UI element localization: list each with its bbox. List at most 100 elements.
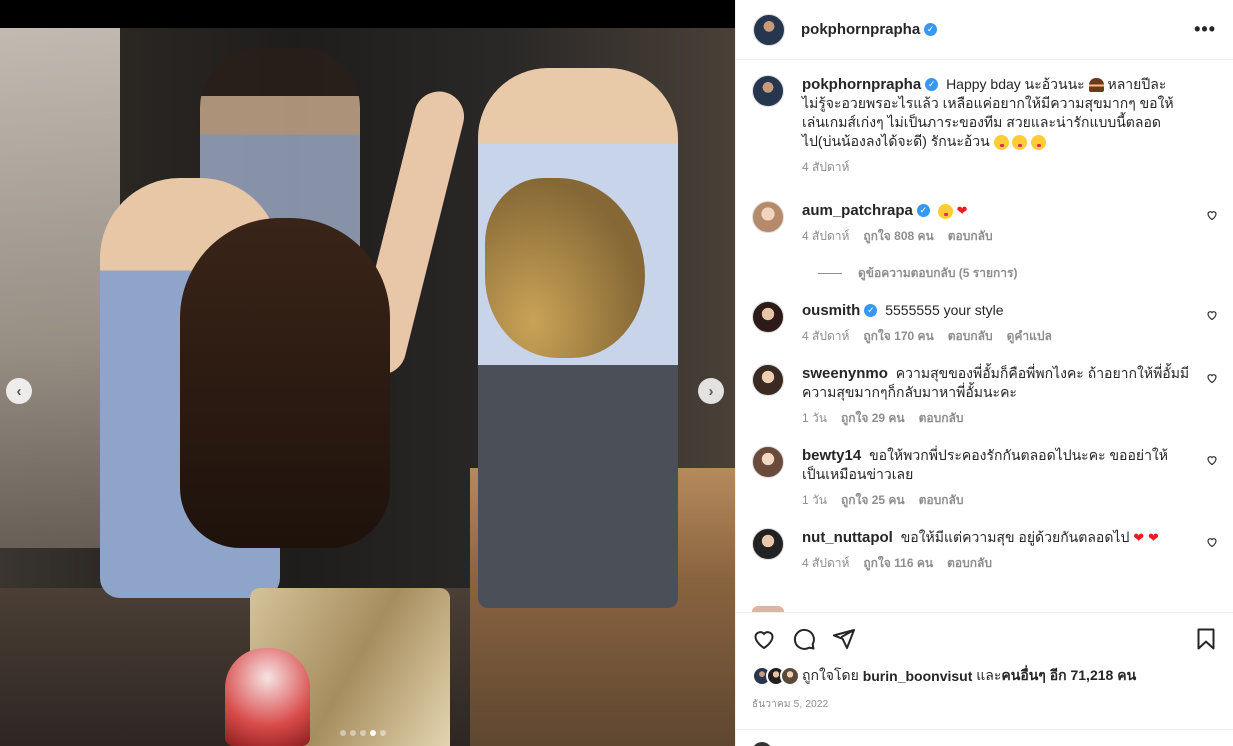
post-date: ธันวาคม 5, 2022 bbox=[752, 699, 829, 710]
commenter-username[interactable]: bewty14 bbox=[802, 447, 861, 464]
likes-prefix: ถูกใจโดย bbox=[802, 667, 859, 683]
photo-cake bbox=[225, 648, 310, 746]
comment-item: ousmith ✓ 5555555 your style 4 สัปดาห์ ถู… bbox=[752, 301, 1218, 346]
commenter-avatar[interactable] bbox=[752, 201, 784, 233]
comment-icon[interactable] bbox=[792, 627, 816, 651]
comment-likes-count[interactable]: ถูกใจ 29 คน bbox=[841, 409, 905, 428]
commenter-username[interactable]: sweenynmo bbox=[802, 365, 888, 382]
share-icon[interactable] bbox=[832, 627, 856, 651]
comment-timestamp[interactable]: 1 วัน bbox=[802, 409, 827, 428]
photo-woman bbox=[180, 218, 390, 548]
comment-likes-count[interactable]: ถูกใจ 116 คน bbox=[863, 554, 933, 573]
comment-item: aum_patchrapa ✓ ❤ 4 สัปดาห์ ถูกใจ 808 คน … bbox=[752, 201, 1218, 246]
previous-slide-button[interactable]: ‹ bbox=[6, 378, 32, 404]
chevron-right-icon: › bbox=[708, 382, 714, 400]
author-avatar[interactable] bbox=[753, 13, 785, 46]
kiss-emoji-icon bbox=[993, 134, 1009, 150]
verified-badge-icon: ✓ bbox=[916, 203, 930, 217]
comment-text: bewty14 ขอให้พวกพี่ประคองรักกันตลอดไปนะค… bbox=[802, 446, 1190, 484]
carousel-dot[interactable] bbox=[360, 730, 366, 736]
commenter-avatar[interactable] bbox=[752, 446, 784, 478]
carousel-dot[interactable] bbox=[350, 730, 356, 736]
like-comment-heart-icon[interactable] bbox=[1206, 454, 1218, 466]
like-comment-heart-icon[interactable] bbox=[1206, 372, 1218, 384]
action-bar bbox=[752, 613, 1218, 665]
post-actions: ถูกใจโดย burin_boonvisut และ คนอื่นๆ อีก… bbox=[736, 612, 1233, 712]
commenter-avatar[interactable] bbox=[752, 364, 784, 396]
carousel-dot[interactable] bbox=[340, 730, 346, 736]
comment-text: sweenynmo ความสุขของพี่อั้มก็คือพี่พกไงค… bbox=[802, 364, 1190, 402]
caption-author-avatar[interactable] bbox=[752, 75, 784, 107]
like-comment-heart-icon[interactable] bbox=[1206, 209, 1218, 221]
commenter-avatar[interactable] bbox=[752, 528, 784, 560]
comment-text: nut_nuttapol ขอให้มีแต่ความสุข อยู่ด้วยก… bbox=[802, 528, 1190, 547]
reply-button[interactable]: ตอบกลับ bbox=[919, 491, 964, 510]
comment-item: sweenynmo ความสุขของพี่อั้มก็คือพี่พกไงค… bbox=[752, 364, 1218, 428]
commenter-name[interactable]: sweenynmo bbox=[802, 365, 888, 382]
heart-icon[interactable] bbox=[752, 627, 776, 651]
more-options-button[interactable]: ••• bbox=[1194, 19, 1216, 40]
heart-emoji-icon: ❤ bbox=[1148, 530, 1159, 545]
caption-line-1: Happy bday นะอ้วนนะ bbox=[946, 76, 1085, 92]
comment-likes-count[interactable]: ถูกใจ 808 คน bbox=[863, 227, 933, 246]
likes-summary: ถูกใจโดย burin_boonvisut และ คนอื่นๆ อีก… bbox=[752, 665, 1218, 687]
comment-likes-count[interactable]: ถูกใจ 170 คน bbox=[863, 327, 933, 346]
caption-author-name[interactable]: pokphornprapha bbox=[802, 76, 921, 93]
likers-avatars[interactable] bbox=[752, 666, 800, 686]
comments-list: pokphornprapha ✓ Happy bday นะอ้วนนะ หลาย… bbox=[736, 61, 1233, 612]
commenter-name[interactable]: ousmith bbox=[802, 302, 860, 319]
commenter-username[interactable]: ousmith ✓ bbox=[802, 302, 878, 319]
likes-and: และ bbox=[976, 667, 1002, 683]
verified-badge-icon: ✓ bbox=[925, 77, 939, 91]
caption-author-username[interactable]: pokphornprapha ✓ bbox=[802, 76, 939, 93]
view-replies-button[interactable]: ดูข้อความตอบกลับ (5 รายการ) bbox=[818, 264, 1218, 283]
cake-emoji-icon bbox=[1088, 78, 1104, 93]
like-comment-heart-icon[interactable] bbox=[1206, 309, 1218, 321]
next-slide-button[interactable]: › bbox=[698, 378, 724, 404]
bookmark-icon[interactable] bbox=[1194, 627, 1218, 651]
verified-badge-icon: ✓ bbox=[924, 22, 938, 36]
carousel-indicator bbox=[340, 730, 386, 736]
comment-text: ousmith ✓ 5555555 your style bbox=[802, 301, 1190, 320]
commenter-name[interactable]: bewty14 bbox=[802, 447, 861, 464]
reply-button[interactable]: ตอบกลับ bbox=[919, 409, 964, 428]
commenter-username[interactable]: nut_nuttapol bbox=[802, 529, 893, 546]
see-translation-button[interactable]: ดูคำแปล bbox=[1007, 327, 1052, 346]
current-user-avatar bbox=[752, 742, 772, 746]
carousel-dot[interactable] bbox=[380, 730, 386, 736]
liker-username[interactable]: burin_boonvisut bbox=[863, 668, 973, 684]
carousel-dot[interactable] bbox=[370, 730, 376, 736]
likes-others-link[interactable]: คนอื่นๆ อีก 71,218 คน bbox=[1001, 665, 1136, 687]
kiss-emoji-icon bbox=[937, 203, 953, 219]
commenter-name[interactable]: aum_patchrapa bbox=[802, 202, 913, 219]
view-replies-label[interactable]: ดูข้อความตอบกลับ (5 รายการ) bbox=[858, 264, 1017, 283]
heart-emoji-icon: ❤ bbox=[1133, 530, 1145, 545]
reply-button[interactable]: ตอบกลับ bbox=[948, 327, 993, 346]
commenter-avatar[interactable] bbox=[752, 301, 784, 333]
comment-likes-count[interactable]: ถูกใจ 25 คน bbox=[841, 491, 905, 510]
post-photo bbox=[0, 28, 735, 746]
like-comment-heart-icon[interactable] bbox=[1206, 536, 1218, 548]
heart-emoji-icon: ❤ bbox=[956, 203, 968, 218]
commenter-name[interactable]: nut_nuttapol bbox=[802, 529, 893, 546]
reply-button[interactable]: ตอบกลับ bbox=[947, 554, 992, 573]
reply-button[interactable]: ตอบกลับ bbox=[948, 227, 993, 246]
comment-text: aum_patchrapa ✓ ❤ bbox=[802, 201, 1190, 220]
author-username-text[interactable]: pokphornprapha bbox=[801, 21, 920, 38]
comment-timestamp[interactable]: 4 สัปดาห์ bbox=[802, 554, 849, 573]
post-header: pokphornprapha ✓ ••• bbox=[736, 0, 1233, 60]
replies-divider bbox=[818, 273, 842, 274]
comment-body: ขอให้มีแต่ความสุข อยู่ด้วยกันตลอดไป bbox=[900, 529, 1130, 545]
comment-body: 5555555 your style bbox=[885, 302, 1004, 318]
caption-text: pokphornprapha ✓ Happy bday นะอ้วนนะ หลาย… bbox=[802, 75, 1190, 151]
comment-timestamp[interactable]: 4 สัปดาห์ bbox=[802, 227, 849, 246]
caption-timestamp[interactable]: 4 สัปดาห์ bbox=[802, 158, 849, 177]
kiss-emoji-icon bbox=[1012, 134, 1028, 150]
author-username[interactable]: pokphornprapha ✓ bbox=[801, 21, 938, 38]
comment-timestamp[interactable]: 4 สัปดาห์ bbox=[802, 327, 849, 346]
comment-timestamp[interactable]: 1 วัน bbox=[802, 491, 827, 510]
verified-badge-icon: ✓ bbox=[864, 303, 878, 317]
commenter-username[interactable]: aum_patchrapa ✓ bbox=[802, 202, 930, 219]
chevron-left-icon: ‹ bbox=[16, 382, 22, 400]
post-media: ‹ › bbox=[0, 0, 735, 746]
